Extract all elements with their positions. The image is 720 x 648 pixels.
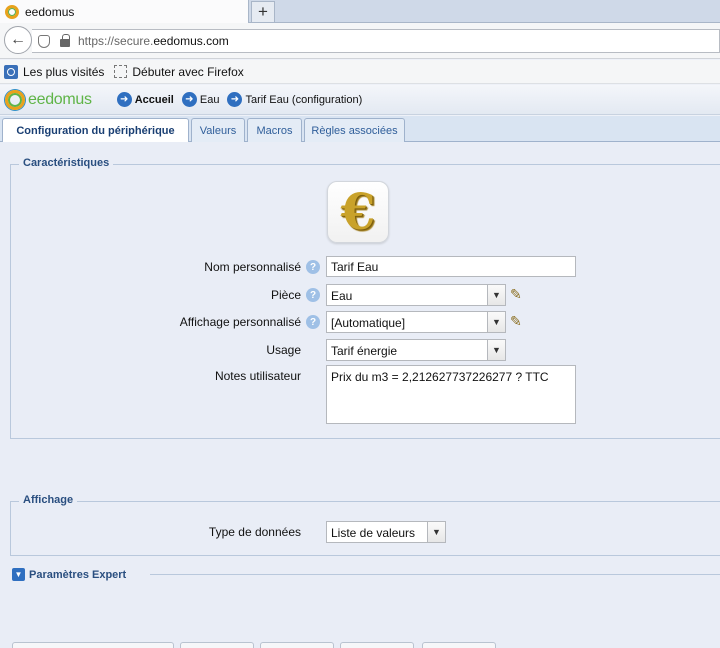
data-type-label: Type de données [208,525,301,539]
breadcrumb-device[interactable]: ➜ Tarif Eau (configuration) [227,92,362,107]
app-header: eedomus ➜ Accueil ➜ Eau ➜ Tarif Eau (con… [0,85,720,115]
arrow-right-icon: ➜ [181,92,197,107]
notes-textarea[interactable]: Prix du m3 = 2,212627737226277 ? TTC [326,365,576,424]
bottom-button[interactable] [422,642,496,648]
new-tab-button[interactable]: + [251,1,275,22]
help-icon[interactable]: ? [306,288,320,302]
browser-tab-title: eedomus [25,4,75,19]
chevron-down-icon: ▼ [487,340,505,360]
bottom-button[interactable] [260,642,334,648]
name-input[interactable] [326,256,576,277]
browser-navbar: ← https://secure.eedomus.com [0,23,720,59]
back-arrow-icon: ← [10,31,26,48]
breadcrumb-home[interactable]: ➜ Accueil [116,92,174,107]
chevron-down-icon: ▼ [427,522,445,542]
pencil-icon[interactable]: ✎ [510,286,526,302]
expert-toggle[interactable]: ▼ Paramètres Expert [12,568,126,581]
chevron-down-icon: ▼ [487,312,505,332]
row-room: Pièce ? Eau ▼ ✎ [0,284,720,306]
device-icon-button[interactable]: € [327,181,389,243]
bookmarks-bar: Les plus visités Débuter avec Firefox [0,60,720,84]
room-select[interactable]: Eau ▼ [326,284,506,306]
characteristics-legend: Caractéristiques [19,157,114,169]
help-icon[interactable]: ? [306,315,320,329]
usage-label: Usage [266,343,301,357]
expert-divider [150,574,720,575]
row-notes: Notes utilisateur Prix du m3 = 2,2126277… [0,365,720,424]
expert-label: Paramètres Expert [29,568,127,581]
row-name: Nom personnalisé ? [0,256,720,278]
tab-macros[interactable]: Macros [247,118,302,142]
most-visited-icon [4,64,18,79]
expand-icon: ▼ [12,568,25,581]
eedomus-logo-icon [5,89,25,110]
arrow-right-icon: ➜ [227,92,243,107]
bottom-buttons-row [0,642,720,648]
arrow-right-icon: ➜ [116,92,132,107]
url-text: https://secure.eedomus.com [78,34,229,48]
display-legend: Affichage [19,494,78,506]
help-icon[interactable]: ? [306,260,320,274]
bottom-button[interactable] [12,642,174,648]
lock-icon[interactable] [60,34,70,47]
row-usage: Usage Tarif énergie ▼ [0,339,720,361]
row-display: Affichage personnalisé ? [Automatique] ▼… [0,311,720,333]
folder-icon [114,65,128,78]
content-panel: Caractéristiques € Nom personnalisé ? Pi… [0,142,720,648]
tab-values[interactable]: Valeurs [191,118,245,142]
display-label: Affichage personnalisé [179,315,301,329]
eedomus-favicon-icon [5,4,19,19]
breadcrumb-room[interactable]: ➜ Eau [181,92,219,107]
room-label: Pièce [270,288,301,302]
url-bar[interactable]: https://secure.eedomus.com [32,29,720,53]
back-button[interactable]: ← [4,26,32,54]
chevron-down-icon: ▼ [487,285,505,305]
browser-tab[interactable]: eedomus [0,0,249,23]
pencil-icon[interactable]: ✎ [510,313,526,329]
euro-icon: € [340,182,376,241]
bottom-button[interactable] [180,642,254,648]
name-label: Nom personnalisé [204,260,301,274]
tracking-shield-icon[interactable] [38,34,50,48]
tabs-bar: Configuration du périphérique Valeurs Ma… [0,116,720,143]
display-select[interactable]: [Automatique] ▼ [326,311,506,333]
browser-tab-strip: eedomus + [0,0,720,23]
bookmark-getting-started[interactable]: Débuter avec Firefox [114,65,244,79]
eedomus-logo[interactable]: eedomus [5,89,92,110]
tab-rules[interactable]: Règles associées [304,118,405,142]
bottom-button[interactable] [340,642,414,648]
row-data-type: Type de données Liste de valeurs ▼ [0,521,720,543]
notes-label: Notes utilisateur [214,369,301,383]
tab-configuration[interactable]: Configuration du périphérique [2,118,189,143]
data-type-select[interactable]: Liste de valeurs ▼ [326,521,446,543]
usage-select[interactable]: Tarif énergie ▼ [326,339,506,361]
bookmark-most-visited[interactable]: Les plus visités [4,64,104,79]
